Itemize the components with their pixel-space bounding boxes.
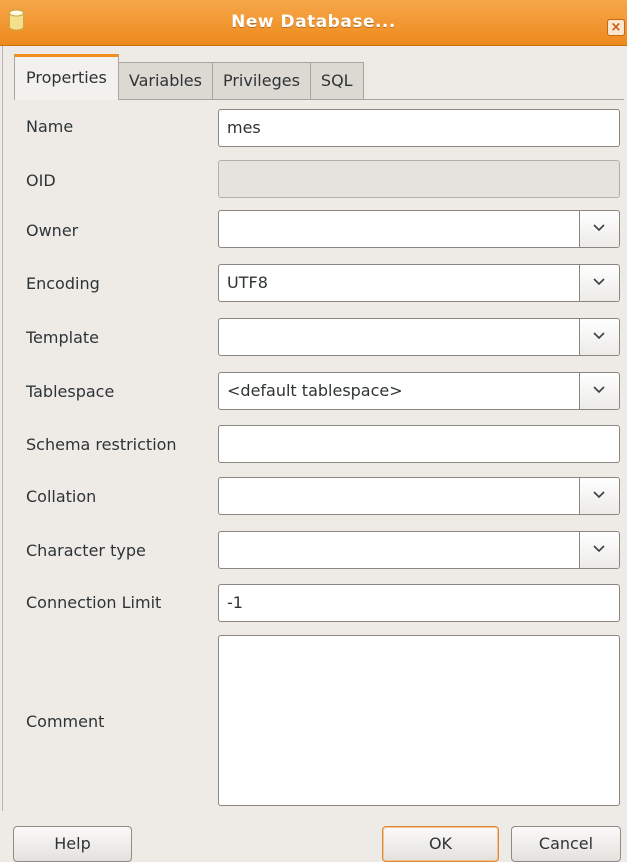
tablespace-select[interactable]: <default tablespace> — [218, 372, 620, 410]
encoding-select[interactable]: UTF8 — [218, 264, 620, 302]
connection-limit-input[interactable]: -1 — [218, 584, 620, 622]
tab-bar: Properties Variables Privileges SQL — [14, 54, 364, 100]
tablespace-value: <default tablespace> — [227, 381, 403, 400]
tab-variables[interactable]: Variables — [117, 62, 213, 100]
encoding-value: UTF8 — [227, 273, 268, 292]
collation-dropdown-button[interactable] — [579, 478, 619, 514]
tab-privileges[interactable]: Privileges — [211, 62, 311, 100]
cancel-button-label: Cancel — [538, 834, 594, 853]
oid-label: OID — [26, 171, 56, 190]
collation-label: Collation — [26, 487, 97, 506]
template-select[interactable] — [218, 318, 620, 356]
schema-restriction-input[interactable] — [218, 425, 620, 463]
tab-sql[interactable]: SQL — [309, 62, 364, 100]
owner-select[interactable] — [218, 210, 620, 248]
encoding-dropdown-button[interactable] — [579, 265, 619, 301]
oid-input — [218, 160, 620, 198]
name-label: Name — [26, 117, 74, 136]
help-button[interactable]: Help — [13, 826, 132, 862]
chevron-down-icon — [593, 224, 605, 232]
template-label: Template — [26, 328, 100, 347]
connection-limit-label: Connection Limit — [26, 593, 162, 612]
window-title: New Database... — [231, 12, 396, 32]
tablespace-dropdown-button[interactable] — [579, 373, 619, 409]
chevron-down-icon — [593, 545, 605, 553]
ok-button-label: OK — [428, 834, 453, 853]
character-type-select[interactable] — [218, 531, 620, 569]
tablespace-label: Tablespace — [26, 382, 115, 401]
comment-label: Comment — [26, 712, 105, 731]
character-type-dropdown-button[interactable] — [579, 532, 619, 568]
collation-select[interactable] — [218, 477, 620, 515]
chevron-down-icon — [593, 278, 605, 286]
schema-restriction-label: Schema restriction — [26, 435, 177, 454]
ok-button[interactable]: OK — [382, 826, 499, 862]
owner-dropdown-button[interactable] — [579, 211, 619, 247]
chevron-down-icon — [593, 386, 605, 394]
help-button-label: Help — [54, 834, 91, 853]
chevron-down-icon — [593, 332, 605, 340]
owner-label: Owner — [26, 221, 79, 240]
chevron-down-icon — [593, 491, 605, 499]
comment-textarea[interactable] — [218, 635, 620, 806]
tab-properties[interactable]: Properties — [14, 54, 119, 100]
character-type-label: Character type — [26, 541, 146, 560]
encoding-label: Encoding — [26, 274, 100, 293]
title-bar[interactable]: New Database... × — [0, 0, 627, 46]
template-dropdown-button[interactable] — [579, 319, 619, 355]
name-input[interactable]: mes — [218, 109, 620, 147]
cancel-button[interactable]: Cancel — [511, 826, 621, 862]
close-button[interactable]: × — [607, 19, 625, 36]
close-icon: × — [610, 20, 622, 35]
